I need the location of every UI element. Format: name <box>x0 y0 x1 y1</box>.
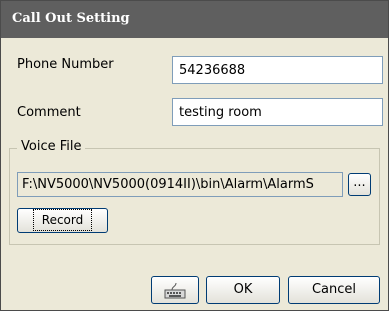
voice-file-path-field[interactable]: F:\NV5000\NV5000(0914II)\bin\Alarm\Alarm… <box>17 172 343 197</box>
browse-button[interactable]: ... <box>348 173 371 196</box>
phone-number-label: Phone Number <box>17 57 114 72</box>
title-bar: Call Out Setting <box>1 1 388 38</box>
comment-input[interactable]: testing room <box>172 98 383 126</box>
cancel-button[interactable]: Cancel <box>288 276 380 304</box>
record-button[interactable]: Record <box>17 208 108 233</box>
voice-file-group-label: Voice File <box>17 139 86 154</box>
call-out-setting-dialog: Call Out Setting Phone Number 54236688 C… <box>0 0 389 311</box>
phone-number-input[interactable]: 54236688 <box>172 56 383 84</box>
keyboard-icon <box>164 282 186 299</box>
keyboard-button[interactable] <box>151 276 199 304</box>
comment-label: Comment <box>17 105 81 120</box>
ok-button[interactable]: OK <box>206 276 280 304</box>
record-button-label: Record <box>32 209 93 231</box>
dialog-title: Call Out Setting <box>12 11 130 26</box>
